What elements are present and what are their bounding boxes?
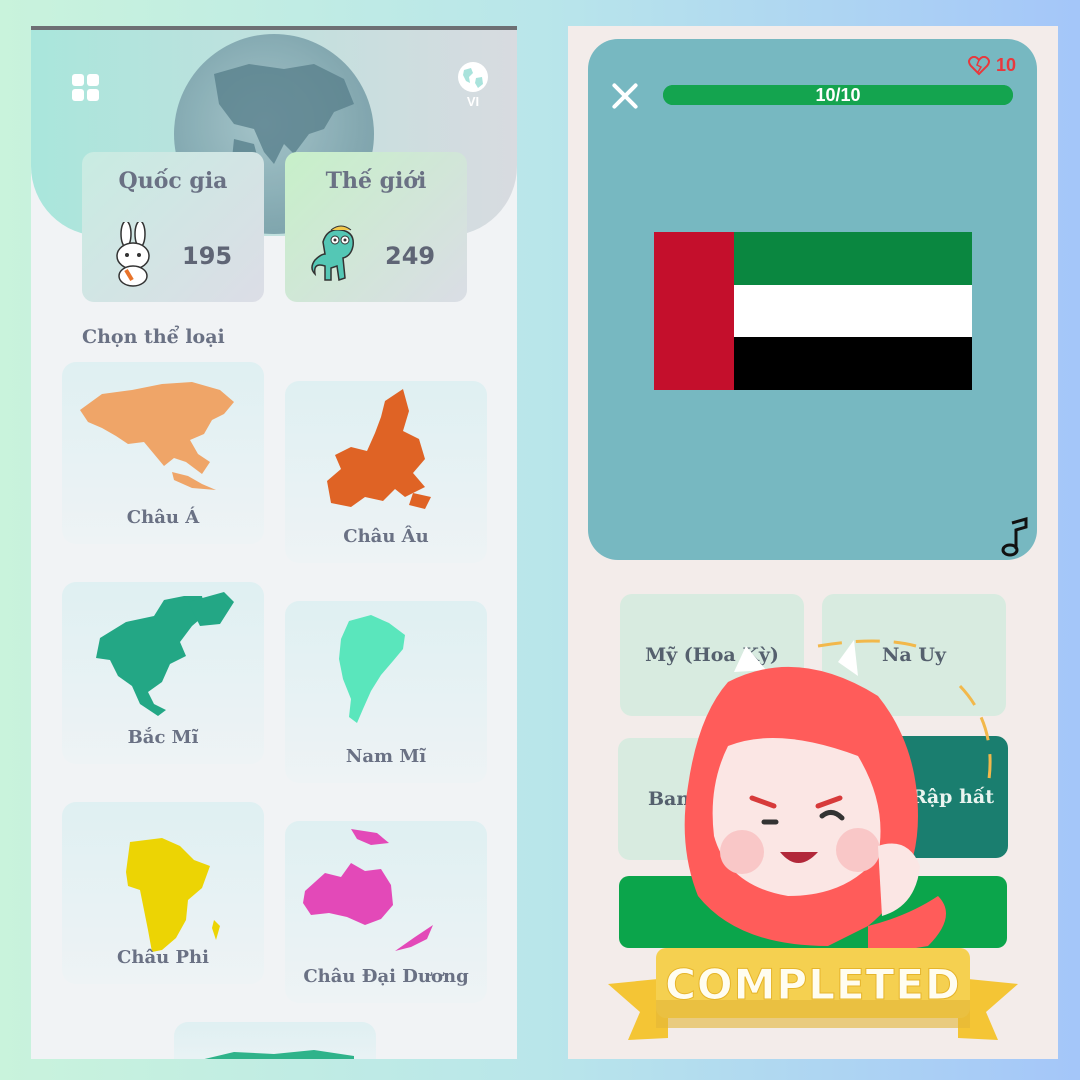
devil-mascot-overlay bbox=[684, 639, 992, 956]
category-oceania[interactable]: Châu Đại Dương bbox=[285, 821, 487, 1003]
world-count: 249 bbox=[385, 242, 436, 270]
category-label-africa: Châu Phi bbox=[117, 947, 209, 968]
world-title: Thế giới bbox=[325, 168, 427, 194]
language-label: VI bbox=[466, 94, 480, 109]
lives-indicator: 10 bbox=[968, 55, 1016, 76]
close-icon[interactable] bbox=[610, 81, 640, 111]
category-label-north-america: Bắc Mĩ bbox=[127, 727, 199, 748]
progress-bar: 10/10 bbox=[663, 85, 1013, 105]
category-label-asia: Châu Á bbox=[126, 507, 200, 528]
broken-heart-icon bbox=[968, 55, 990, 75]
world-card[interactable]: Thế giới 249 bbox=[285, 152, 467, 302]
globe-icon bbox=[458, 62, 488, 92]
language-button[interactable]: VI bbox=[456, 62, 490, 109]
quiz-panel: 10/10 10 bbox=[588, 39, 1037, 560]
dinosaur-mascot-icon bbox=[311, 225, 354, 281]
grid-menu-icon[interactable] bbox=[72, 74, 100, 102]
category-label-europe: Châu Âu bbox=[343, 526, 429, 547]
category-screen: VI Quốc gia 195 Thế giới 249 Chọn thể lo… bbox=[31, 26, 517, 1059]
lives-count: 10 bbox=[996, 55, 1017, 75]
category-north-america[interactable]: Bắc Mĩ bbox=[62, 582, 264, 764]
uae-flag bbox=[654, 232, 972, 390]
countries-title: Quốc gia bbox=[118, 168, 228, 194]
category-asia[interactable]: Châu Á bbox=[62, 362, 264, 544]
progress-text: 10/10 bbox=[815, 85, 861, 105]
category-africa[interactable]: Châu Phi bbox=[62, 802, 264, 984]
category-south-america[interactable]: Nam Mĩ bbox=[285, 601, 487, 783]
countries-count: 195 bbox=[182, 242, 233, 270]
rabbit-mascot-icon bbox=[116, 222, 150, 287]
world-map-icon bbox=[204, 1050, 354, 1059]
category-label-oceania: Châu Đại Dương bbox=[303, 966, 469, 987]
music-note-icon[interactable] bbox=[998, 517, 1030, 557]
completed-label: COMPLETED bbox=[665, 959, 961, 1009]
category-europe[interactable]: Châu Âu bbox=[285, 381, 487, 563]
countries-card[interactable]: Quốc gia 195 bbox=[82, 152, 264, 302]
section-title: Chọn thể loại bbox=[82, 326, 225, 348]
quiz-screen: 10/10 10 Mỹ (Hoa Kỳ) Na Uy Ban vương Rập… bbox=[568, 26, 1058, 1059]
category-label-south-america: Nam Mĩ bbox=[345, 746, 427, 767]
category-world-partial[interactable] bbox=[174, 1022, 376, 1059]
